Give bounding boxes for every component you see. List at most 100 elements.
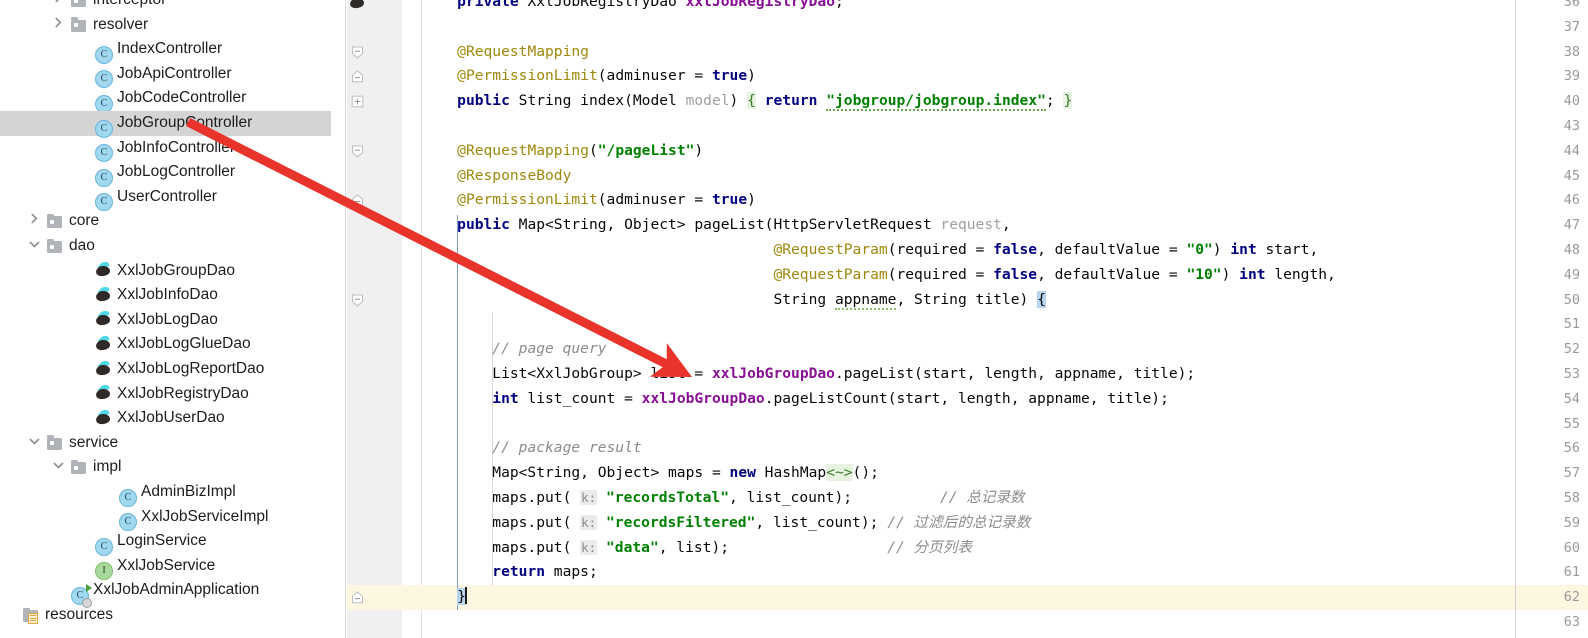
- tree-item-core[interactable]: core: [0, 209, 331, 234]
- folder-icon: [71, 0, 86, 7]
- chevron-right-icon[interactable]: [52, 0, 65, 13]
- tree-item-xxljobinfodao[interactable]: XxlJobInfoDao: [0, 283, 331, 308]
- code-line-50[interactable]: String appname, String title) {: [422, 288, 1046, 313]
- sidebar-divider: [345, 0, 346, 638]
- line-number: 48: [1563, 242, 1580, 258]
- tree-item-xxljobgroupdao[interactable]: XxlJobGroupDao: [0, 259, 331, 284]
- code-line-36[interactable]: private XxlJobRegistryDao xxlJobRegistry…: [422, 0, 844, 15]
- dao-bean-icon: [95, 408, 112, 426]
- tree-item-label: XxlJobLogDao: [117, 310, 218, 328]
- fold-marker-minus-box[interactable]: [351, 591, 364, 604]
- code-line-56[interactable]: // package result: [422, 436, 641, 461]
- line-number: 36: [1563, 0, 1580, 10]
- dao-bean-icon: [95, 384, 112, 401]
- fold-marker-minus-box[interactable]: [351, 194, 364, 207]
- code-editor[interactable]: 36 37 38 39 40 43 44 45 46 47 48 49 50 51 52 53 54 55 56 57…: [347, 0, 1588, 638]
- fold-marker-plus-box[interactable]: [351, 95, 364, 108]
- tree-item-xxljoblogreportdao[interactable]: XxlJobLogReportDao: [0, 357, 331, 382]
- code-line-59[interactable]: maps.put( k: "recordsFiltered", list_cou…: [422, 511, 1030, 536]
- line-number: 40: [1563, 93, 1580, 110]
- chevron-down-icon[interactable]: [28, 431, 41, 456]
- fold-marker-collapse-chevron[interactable]: [351, 145, 364, 158]
- tree-item-label: XxlJobUserDao: [117, 409, 225, 427]
- code-line-52[interactable]: // page query: [422, 337, 606, 362]
- caret-line-highlight: [347, 585, 1588, 610]
- line-number: 57: [1563, 465, 1580, 482]
- line-number: 60: [1563, 539, 1580, 556]
- tree-item-xxljobservice[interactable]: I XxlJobService: [0, 554, 331, 581]
- line-number: 38: [1563, 43, 1580, 60]
- line-number: 51: [1563, 316, 1580, 333]
- tree-item-label: XxlJobLogGlueDao: [117, 335, 251, 353]
- tree-item-label: XxlJobRegistryDao: [117, 384, 249, 402]
- chevron-right-icon[interactable]: [52, 13, 65, 38]
- fold-marker-collapse-chevron[interactable]: [351, 294, 364, 307]
- tree-item-service[interactable]: service: [0, 431, 331, 456]
- chevron-down-icon[interactable]: [28, 234, 41, 259]
- tree-item-impl[interactable]: impl: [0, 455, 331, 480]
- tree-item-xxljobuserdao[interactable]: XxlJobUserDao: [0, 406, 331, 431]
- fold-marker-collapse-chevron[interactable]: [351, 46, 364, 59]
- line-number: 55: [1563, 415, 1580, 432]
- folder-icon: [47, 238, 62, 253]
- tree-item-xxljobregistrydao[interactable]: XxlJobRegistryDao: [0, 382, 331, 407]
- tree-item-usercontroller[interactable]: C UserController: [0, 185, 331, 212]
- dao-bean-icon[interactable]: [349, 0, 366, 14]
- code-line-62[interactable]: }: [422, 585, 467, 610]
- code-line-49[interactable]: @RequestParam(required = false, defaultV…: [422, 263, 1335, 288]
- tree-item-xxljobloggluedao[interactable]: XxlJobLogGlueDao: [0, 332, 331, 357]
- code-line-44[interactable]: @RequestMapping("/pageList"): [422, 139, 703, 164]
- fold-marker-minus-box[interactable]: [351, 70, 364, 83]
- tree-item-dao[interactable]: dao: [0, 234, 331, 259]
- code-line-61[interactable]: return maps;: [422, 560, 597, 585]
- line-number: 62: [1563, 589, 1580, 606]
- line-number: 39: [1563, 68, 1580, 85]
- tree-item-loginservice[interactable]: C LoginService: [0, 529, 331, 556]
- code-line-39[interactable]: @PermissionLimit(adminuser = true): [422, 64, 756, 89]
- tree-item-jobcodecontroller[interactable]: C JobCodeController: [0, 86, 331, 113]
- tree-item-adminbizimpl[interactable]: C AdminBizImpl: [0, 480, 331, 507]
- tree-item-xxljobserviceimpl[interactable]: C XxlJobServiceImpl: [0, 505, 331, 532]
- code-line-60[interactable]: maps.put( k: "data", list); // 分页列表: [422, 536, 972, 561]
- tree-item-interceptor[interactable]: interceptor: [0, 0, 331, 13]
- line-number: 53: [1563, 366, 1580, 382]
- line-number: 46: [1563, 192, 1580, 209]
- code-line-40[interactable]: public String index(Model model) { retur…: [422, 89, 1073, 114]
- tree-item-xxljoblogdao[interactable]: XxlJobLogDao: [0, 308, 331, 333]
- line-number: 50: [1563, 291, 1580, 308]
- tree-item-joblogcontroller[interactable]: C JobLogController: [0, 160, 331, 187]
- tree-item-xxljobadminapplication[interactable]: C XxlJobAdminApplication: [0, 578, 331, 608]
- dao-bean-icon: [95, 285, 112, 303]
- tree-item-label: LoginService: [117, 532, 207, 550]
- code-line-38[interactable]: @RequestMapping: [422, 40, 589, 65]
- line-number: 54: [1563, 390, 1580, 407]
- tree-item-label: resources: [45, 606, 114, 623]
- code-line-45[interactable]: @ResponseBody: [422, 164, 571, 189]
- line-number: 37: [1563, 18, 1580, 35]
- tree-item-resources[interactable]: resources: [0, 603, 331, 628]
- chevron-down-icon[interactable]: [52, 455, 65, 480]
- tree-item-jobgroupcontroller[interactable]: C JobGroupController: [0, 111, 331, 138]
- code-line-47[interactable]: public Map<String, Object> pageList(Http…: [422, 213, 1011, 238]
- dao-bean-icon: [95, 335, 112, 352]
- tree-item-jobinfocontroller[interactable]: C JobInfoController: [0, 136, 331, 163]
- code-line-53[interactable]: List<XxlJobGroup> list = xxlJobGroupDao.…: [422, 362, 1195, 387]
- tree-item-jobapicontroller[interactable]: C JobApiController: [0, 62, 331, 89]
- tree-item-label: XxlJobLogReportDao: [117, 360, 265, 377]
- project-tool-window[interactable]: interceptor resolver CIndexControllerCJobA…: [0, 0, 347, 638]
- chevron-right-icon[interactable]: [28, 209, 41, 234]
- tree-item-label: dao: [69, 237, 95, 254]
- line-number: 47: [1563, 217, 1580, 234]
- tree-item-indexcontroller[interactable]: C IndexController: [0, 37, 331, 64]
- code-line-46[interactable]: @PermissionLimit(adminuser = true): [422, 188, 756, 213]
- code-line-58[interactable]: maps.put( k: "recordsTotal", list_count)…: [422, 486, 1024, 511]
- line-number: 59: [1563, 514, 1580, 531]
- folder-icon: [71, 459, 86, 475]
- line-number: 63: [1563, 614, 1580, 630]
- code-line-57[interactable]: Map<String, Object> maps = new HashMap<~…: [422, 461, 879, 486]
- code-line-48[interactable]: @RequestParam(required = false, defaultV…: [422, 238, 1318, 263]
- code-line-54[interactable]: int list_count = xxlJobGroupDao.pageList…: [422, 387, 1169, 412]
- tree-item-label: JobApiController: [117, 64, 232, 82]
- tree-item-resolver[interactable]: resolver: [0, 13, 331, 38]
- sidebar-scrollbar-track[interactable]: [331, 0, 341, 638]
